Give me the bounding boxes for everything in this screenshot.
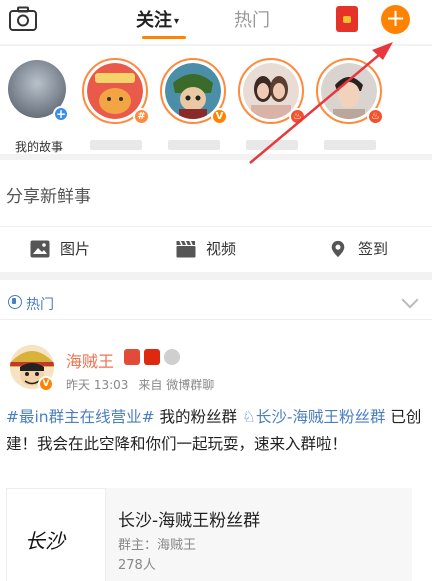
group-member-count: 278人 (118, 558, 156, 573)
group-owner: 群主：海贼王 (118, 538, 197, 553)
hot-label: 热门 (26, 297, 54, 313)
tab-follow[interactable]: 关注 ▾ (136, 6, 179, 32)
tab-follow-label: 关注 (136, 10, 172, 31)
story-item[interactable]: # (82, 58, 152, 150)
section-divider (0, 272, 432, 280)
silver-medal-icon (164, 349, 180, 365)
hot-section: 热门 V 海贼王 昨天 13:03 来自 微博群聊 #最in群主在线营业# 我的粉… (0, 280, 432, 581)
share-input[interactable]: 分享新鲜事 (6, 182, 91, 207)
hot-badge-icon: ♨ (289, 108, 306, 125)
group-title: 长沙-海贼王粉丝群 (118, 511, 261, 531)
composer-actions: 图片 视频 签到 (0, 230, 432, 270)
story-name-blurred (168, 140, 220, 150)
add-post-button[interactable]: + (381, 5, 410, 34)
china-flag-icon (144, 349, 160, 365)
photo-button[interactable]: 图片 (30, 238, 90, 259)
medal-icons (124, 349, 180, 365)
dropdown-caret-icon: ▾ (174, 15, 180, 27)
image-icon (30, 240, 50, 257)
checkin-label: 签到 (358, 240, 389, 258)
my-story[interactable]: + 我的故事 (6, 58, 76, 154)
verified-badge-icon: V (211, 108, 228, 125)
add-story-icon: + (53, 106, 69, 122)
group-card[interactable]: 长沙 长沙-海贼王粉丝群 群主：海贼王 278人 (6, 488, 412, 581)
post-text-part: 我的粉丝群 (154, 408, 242, 426)
video-label: 视频 (206, 240, 237, 258)
topic-link[interactable]: #最in群主在线营业# (6, 408, 155, 426)
story-item[interactable]: V (160, 58, 230, 150)
post-time: 昨天 13:03 (66, 378, 129, 392)
post-text: #最in群主在线营业# 我的粉丝群 ♘长沙-海贼王粉丝群 已创建！我会在此空降和… (6, 404, 426, 458)
chevron-down-icon[interactable] (401, 291, 419, 309)
gift-medal-icon (124, 349, 140, 365)
group-link[interactable]: ♘长沙-海贼王粉丝群 (242, 408, 386, 426)
my-story-label: 我的故事 (14, 140, 63, 154)
story-name-blurred (324, 140, 376, 150)
red-packet-icon[interactable] (336, 6, 358, 32)
group-logo-text: 长沙 (25, 529, 65, 553)
composer: 分享新鲜事 图片 视频 签到 (0, 160, 432, 272)
hot-header: 热门 (0, 280, 432, 320)
divider (0, 226, 432, 227)
story-name-blurred (90, 140, 142, 150)
story-item[interactable]: ♨ (316, 58, 386, 150)
hot-icon (8, 295, 22, 309)
video-button[interactable]: 视频 (176, 238, 236, 259)
story-name-blurred (246, 140, 298, 150)
post-meta: 昨天 13:03 来自 微博群聊 (66, 376, 214, 393)
checkin-button[interactable]: 签到 (328, 238, 388, 259)
verified-badge-icon: V (38, 376, 54, 392)
hashtag-badge-icon: # (133, 108, 150, 125)
photo-label: 图片 (60, 240, 91, 258)
group-logo: 长沙 (6, 488, 106, 581)
post-source: 来自 微博群聊 (138, 378, 215, 392)
camera-icon[interactable] (8, 6, 38, 32)
stories-row: + 我的故事 # V ♨ ♨ (0, 46, 432, 154)
tab-active-indicator (142, 36, 186, 39)
author-name[interactable]: 海贼王 (66, 348, 114, 372)
story-item[interactable]: ♨ (238, 58, 308, 150)
hot-badge-icon: ♨ (367, 108, 384, 125)
tab-hot[interactable]: 热门 (234, 6, 270, 32)
clapperboard-icon (176, 240, 196, 257)
location-pin-icon (331, 240, 345, 257)
top-bar: 关注 ▾ 热门 + (0, 0, 432, 46)
